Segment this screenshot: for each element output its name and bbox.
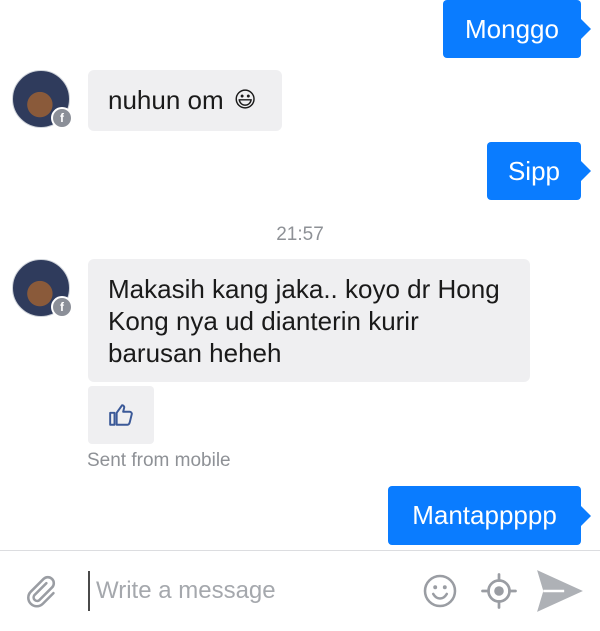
facebook-icon: f [51, 107, 73, 129]
location-icon[interactable] [479, 571, 519, 611]
message-text: Monggo [465, 13, 559, 44]
sender-avatar[interactable]: f [12, 259, 73, 318]
message-text: Sipp [507, 155, 561, 186]
incoming-message[interactable]: Makasih kang jaka.. koyo dr Hong Kong ny… [88, 259, 530, 382]
message-composer [0, 550, 600, 631]
sender-avatar[interactable]: f [12, 70, 73, 129]
message-input[interactable] [88, 571, 396, 611]
outgoing-message[interactable]: Monggo [443, 0, 591, 58]
grinning-emoji: 😃 [233, 88, 257, 113]
smiley-icon[interactable] [420, 571, 460, 611]
message-thread: Monggo f nuhun om 😃 Sipp 21:57 f Makasih… [0, 0, 600, 550]
message-timestamp: 21:57 [276, 224, 324, 245]
facebook-icon: f [51, 296, 73, 318]
outgoing-message[interactable]: Mantappppp [388, 486, 591, 545]
like-sticker[interactable] [88, 386, 154, 444]
sent-from-label: Sent from mobile [87, 450, 231, 471]
message-text: nuhun om [108, 85, 224, 115]
paperclip-icon[interactable] [20, 571, 60, 611]
message-text: Mantappppp [412, 500, 557, 530]
message-text: Makasih kang jaka.. koyo dr Hong Kong ny… [108, 274, 500, 368]
incoming-message[interactable]: nuhun om 😃 [88, 70, 282, 131]
outgoing-message[interactable]: Sipp [487, 142, 591, 200]
thumbs-up-icon [109, 404, 133, 426]
send-icon[interactable] [532, 567, 588, 615]
